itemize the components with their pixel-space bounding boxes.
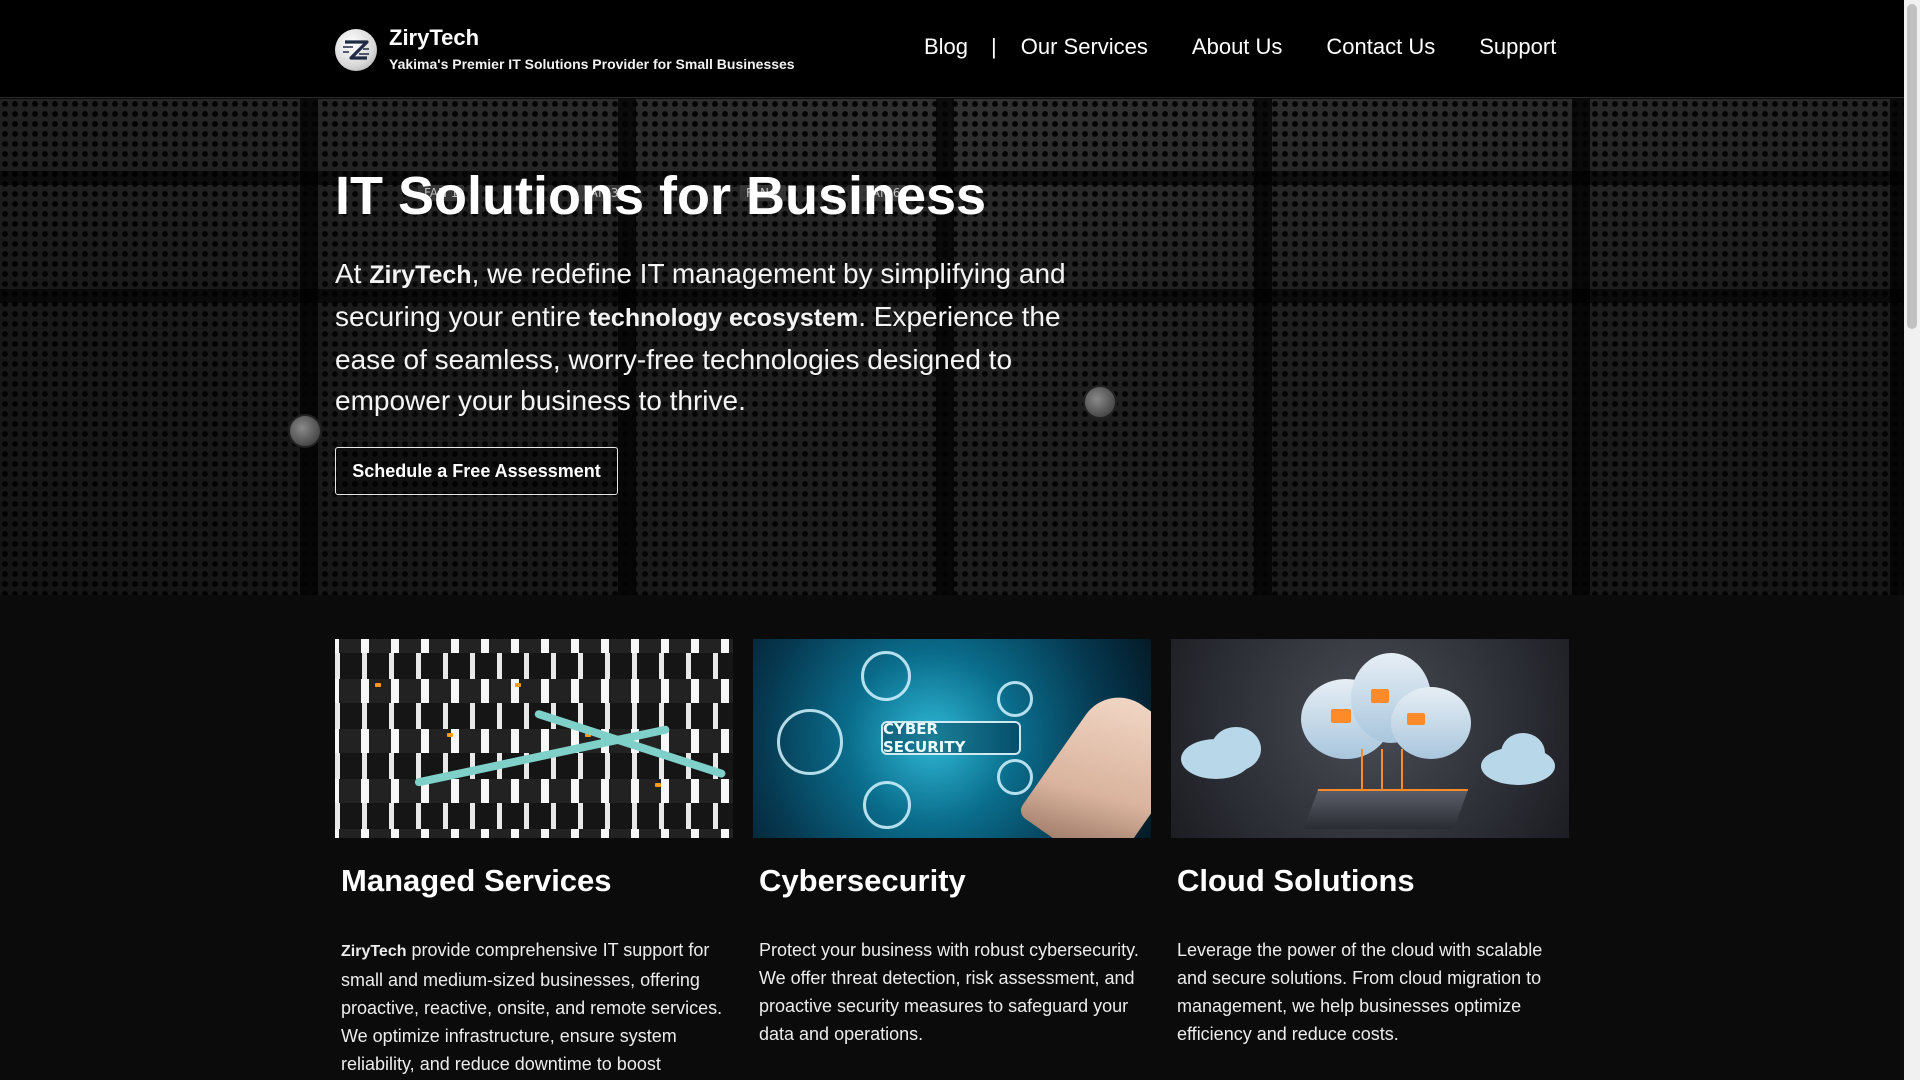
zirytech-logo-icon[interactable] <box>335 29 377 71</box>
lock-icon <box>777 709 843 775</box>
nav-contact-us[interactable]: Contact Us <box>1326 34 1435 60</box>
brand-tagline: Yakima's Premier IT Solutions Provider f… <box>389 56 795 72</box>
nav-support[interactable]: Support <box>1479 34 1556 60</box>
screw-decoration <box>288 414 322 448</box>
service-description: ZiryTech provide comprehensive IT suppor… <box>341 940 723 1074</box>
brand-logo-link[interactable]: ZiryTech Yakima's Premier IT Solutions P… <box>335 24 795 72</box>
services-cards: Managed Services ZiryTech provide compre… <box>335 639 1571 1080</box>
service-card-cloud: Cloud Solutions Leverage the power of th… <box>1171 639 1569 1080</box>
service-card-managed: Managed Services ZiryTech provide compre… <box>335 639 733 1080</box>
nav-blog[interactable]: Blog <box>924 34 968 60</box>
hero-title: IT Solutions for Business <box>335 166 987 226</box>
truck-icon <box>997 681 1033 717</box>
service-title: Cybersecurity <box>759 863 966 898</box>
cloud-image <box>1171 639 1569 838</box>
schedule-assessment-button[interactable]: Schedule a Free Assessment <box>335 447 618 495</box>
nav-our-services[interactable]: Our Services <box>1021 34 1148 60</box>
nav-about-us[interactable]: About Us <box>1192 34 1283 60</box>
service-card-cybersecurity: CYBER SECURITY Cybersecurity Protect you… <box>753 639 1151 1080</box>
hero-section: FAN 1 FAN 3 FAN 2 FAN 6 IT Solutions for… <box>0 99 1904 595</box>
service-title: Cloud Solutions <box>1177 863 1415 898</box>
key-icon <box>863 781 911 829</box>
hand-graphic <box>1017 681 1151 838</box>
nav-separator: | <box>991 34 997 59</box>
service-brand: ZiryTech <box>341 943 407 960</box>
main-nav: Blog | Our Services About Us Contact Us … <box>924 34 1556 60</box>
hero-strong-text: technology ecosystem <box>588 304 859 332</box>
cyber-security-image: CYBER SECURITY <box>753 639 1151 838</box>
brand-block: ZiryTech Yakima's Premier IT Solutions P… <box>389 24 795 72</box>
monitor-icon <box>997 759 1033 795</box>
site-header: ZiryTech Yakima's Premier IT Solutions P… <box>0 0 1904 98</box>
network-switch-image <box>335 639 733 838</box>
hero-brand: ZiryTech <box>369 261 472 289</box>
brand-name[interactable]: ZiryTech <box>389 24 795 52</box>
service-description: Protect your business with robust cybers… <box>759 940 1139 1044</box>
page-scrollbar[interactable] <box>1904 0 1920 1080</box>
service-description: Leverage the power of the cloud with sca… <box>1177 940 1543 1044</box>
folder-icon <box>861 651 911 701</box>
cyber-security-label: CYBER SECURITY <box>881 720 1021 756</box>
scrollbar-thumb[interactable] <box>1907 4 1917 329</box>
hero-description: At ZiryTech, we redefine IT management b… <box>335 258 1066 416</box>
hero-content: IT Solutions for Business At ZiryTech, w… <box>335 165 1095 421</box>
service-title: Managed Services <box>341 863 612 898</box>
